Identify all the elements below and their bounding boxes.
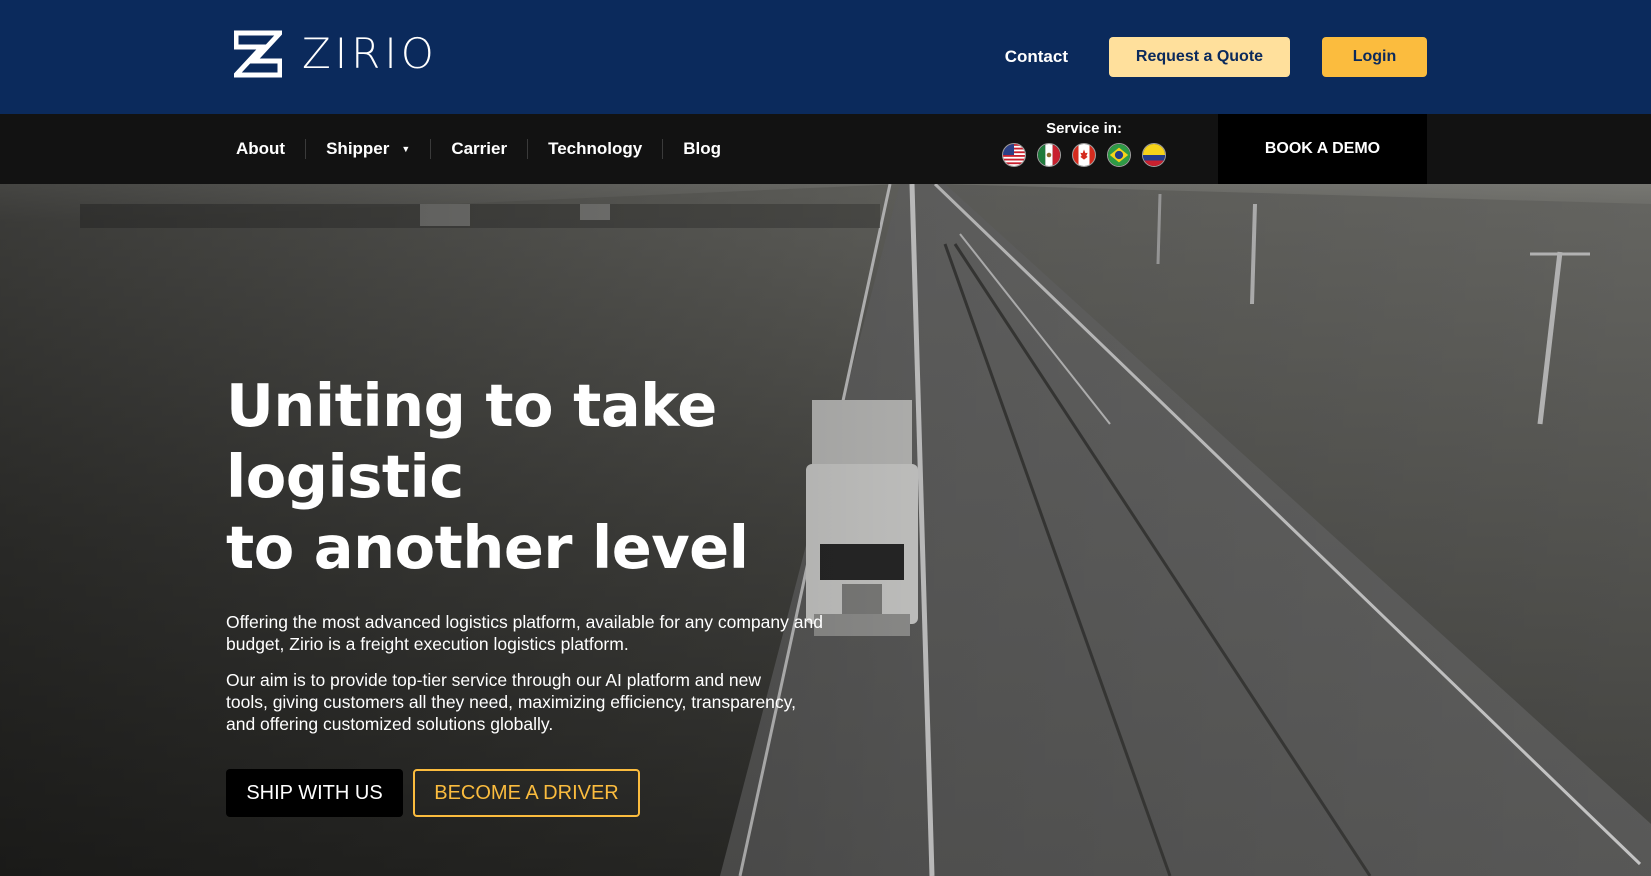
become-driver-button[interactable]: BECOME A DRIVER xyxy=(413,769,640,817)
hero-title-line-2: to another level xyxy=(226,513,749,582)
top-nav: Contact Request a Quote Login xyxy=(996,37,1427,77)
nav-item-label: Blog xyxy=(683,139,721,158)
nav-item-label: About xyxy=(236,139,286,158)
flag-list xyxy=(1000,143,1168,167)
zirio-logo-icon xyxy=(234,30,282,78)
hero-title-line-1: Uniting to take logistic xyxy=(226,371,717,511)
contact-link[interactable]: Contact xyxy=(996,37,1077,77)
service-countries: Service in: xyxy=(1000,120,1168,167)
hero-title: Uniting to take logistic to another leve… xyxy=(226,370,946,583)
nav-item-label: Technology xyxy=(548,139,643,158)
main-navbar: About Shipper ▼ Carrier Technology Blog … xyxy=(0,114,1651,184)
main-nav-menu: About Shipper ▼ Carrier Technology Blog xyxy=(236,114,741,184)
top-header: ZIRIO Contact Request a Quote Login xyxy=(0,0,1651,114)
ship-with-us-button[interactable]: SHIP WITH US xyxy=(226,769,403,817)
nav-item-label: Shipper xyxy=(326,139,390,158)
service-label: Service in: xyxy=(1046,120,1122,137)
logo-text: ZIRIO xyxy=(302,29,438,78)
brazil-flag-icon xyxy=(1107,143,1131,167)
nav-item-shipper[interactable]: Shipper ▼ xyxy=(305,139,430,159)
hero-buttons: SHIP WITH US BECOME A DRIVER xyxy=(226,769,946,817)
login-button[interactable]: Login xyxy=(1322,37,1427,77)
nav-item-carrier[interactable]: Carrier xyxy=(430,139,527,159)
nav-item-blog[interactable]: Blog xyxy=(662,139,741,159)
hero-paragraph-1: Offering the most advanced logistics pla… xyxy=(226,612,823,654)
nav-item-technology[interactable]: Technology xyxy=(527,139,662,159)
us-flag-icon xyxy=(1002,143,1026,167)
nav-item-label: Carrier xyxy=(451,139,508,158)
hero-paragraph-2: Our aim is to provide top-tier service t… xyxy=(226,670,796,734)
request-quote-button[interactable]: Request a Quote xyxy=(1109,37,1290,77)
hero-content: Uniting to take logistic to another leve… xyxy=(226,370,946,817)
logo[interactable]: ZIRIO xyxy=(234,30,438,78)
colombia-flag-icon xyxy=(1142,143,1166,167)
caret-down-icon: ▼ xyxy=(401,143,411,154)
canada-flag-icon xyxy=(1072,143,1096,167)
hero-section: Uniting to take logistic to another leve… xyxy=(0,184,1651,876)
book-demo-button[interactable]: BOOK A DEMO xyxy=(1218,114,1427,184)
mexico-flag-icon xyxy=(1037,143,1061,167)
nav-item-about[interactable]: About xyxy=(236,139,305,159)
